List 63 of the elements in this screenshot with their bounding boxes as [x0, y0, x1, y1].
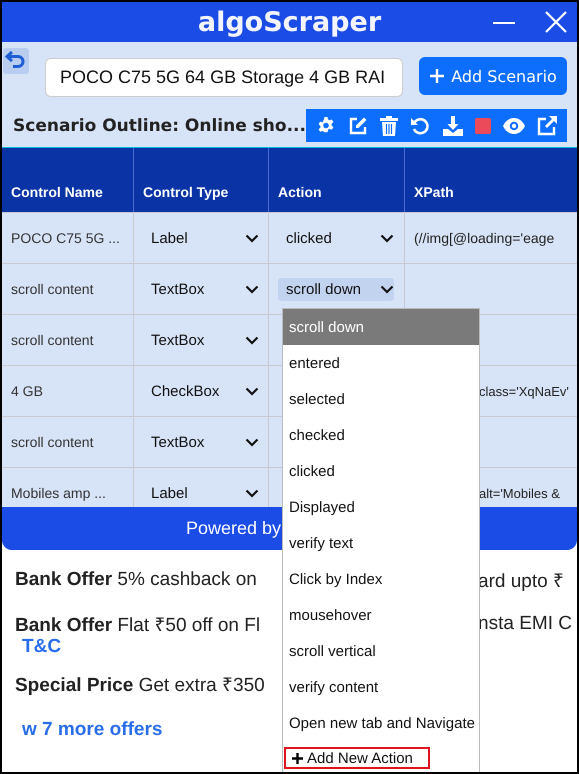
offer-text: ard upto ₹ [478, 570, 565, 593]
dropdown-option[interactable]: scroll vertical [283, 633, 479, 669]
dropdown-option[interactable]: entered [283, 345, 479, 381]
chevron-icon [245, 284, 259, 294]
control-type-dropdown[interactable]: TextBox [143, 328, 259, 352]
edit-icon[interactable] [348, 116, 368, 136]
dropdown-option[interactable]: clicked [283, 453, 479, 489]
external-link-icon[interactable] [536, 116, 557, 136]
column-header: XPath [404, 148, 577, 212]
control-type-dropdown[interactable]: CheckBox [143, 380, 259, 402]
dropdown-option[interactable]: checked [283, 417, 479, 453]
dropdown-option[interactable]: verify text [283, 525, 479, 561]
undo-icon[interactable] [410, 116, 430, 136]
offer-text: nsta EMI C [478, 613, 573, 635]
chevron-icon [245, 336, 259, 344]
control-type-dropdown[interactable]: TextBox [143, 278, 259, 300]
minimize-icon[interactable] [493, 21, 515, 25]
dropdown-option[interactable]: Open new tab and Navigate [283, 705, 479, 741]
control-type-dropdown[interactable]: Label [143, 482, 259, 504]
plus-icon [429, 68, 446, 84]
column-header: Action [268, 148, 404, 212]
chevron-icon [245, 438, 259, 446]
chevron-icon [380, 284, 394, 294]
offer-text: Bank Offer 5% cashback on [14, 569, 258, 591]
column-header: Control Type [133, 148, 268, 212]
offer-text: Bank Offer Flat ₹50 off on Fl [14, 614, 262, 637]
dropdown-option[interactable]: scroll down [283, 309, 479, 345]
plus-icon [292, 752, 303, 764]
download-icon[interactable] [442, 116, 463, 136]
table-cell: (//img[@loading='eage [414, 230, 554, 246]
offer-text: Special Price Get extra ₹350 [14, 674, 266, 697]
table-cell-text: Mobiles amp ... [10, 484, 107, 503]
eye-icon[interactable] [502, 118, 525, 134]
dropdown-option[interactable]: mousehover [283, 597, 479, 633]
table-cell-text: POCO C75 5G ... [10, 229, 121, 248]
chevron-icon [380, 234, 394, 242]
add-new-action-button[interactable]: Add New Action [284, 747, 430, 769]
trash-icon[interactable] [380, 116, 398, 136]
control-type-dropdown[interactable]: TextBox [143, 430, 259, 454]
dropdown-option[interactable]: verify content [283, 669, 479, 705]
action-dropdown[interactable]: clicked [278, 226, 394, 250]
chevron-icon [245, 488, 259, 498]
window-title: algoScraper [198, 6, 382, 38]
table-cell: class='XqNaEv' [479, 384, 569, 398]
chevron-icon [245, 234, 259, 242]
footer-text: Powered by [186, 518, 282, 539]
terms-link[interactable]: T&C [2, 636, 282, 658]
table-cell-text: scroll content [10, 331, 94, 350]
table-cell: alt='Mobiles & [479, 486, 560, 500]
chevron-icon [245, 386, 259, 396]
dropdown-option[interactable]: Click by Index [283, 561, 479, 597]
table-cell-text: scroll content [10, 433, 94, 452]
scenario-outline-title: Scenario Outline: Online sho... [13, 116, 306, 136]
close-icon[interactable] [545, 11, 567, 33]
action-dropdown[interactable]: scroll down [278, 278, 394, 300]
dropdown-option[interactable]: selected [283, 381, 479, 417]
table-cell-text: scroll content [10, 280, 94, 299]
table-cell-text: 4 GB [10, 382, 44, 401]
add-scenario-button[interactable]: Add Scenario [419, 57, 567, 95]
dropdown-option[interactable]: Displayed [283, 489, 479, 525]
column-header: Control Name [10, 183, 104, 202]
control-type-dropdown[interactable]: Label [143, 226, 259, 250]
search-field[interactable]: POCO C75 5G 64 GB Storage 4 GB RAI [45, 58, 403, 97]
